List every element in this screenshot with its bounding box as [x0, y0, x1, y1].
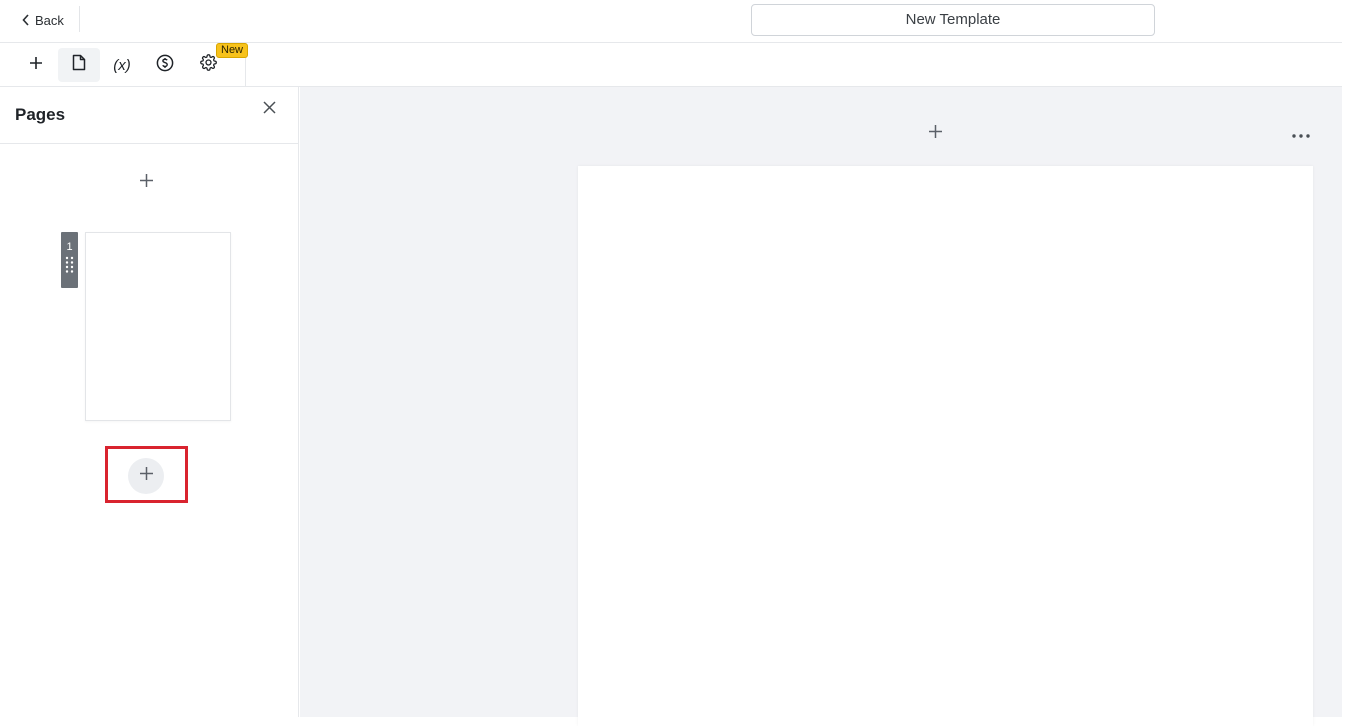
page-icon: [72, 54, 86, 76]
plus-icon: [139, 173, 154, 193]
add-block-button[interactable]: [922, 121, 948, 147]
more-horizontal-icon: [1292, 125, 1310, 143]
page-number: 1: [66, 241, 73, 253]
drag-icon: [65, 256, 74, 274]
pricing-button[interactable]: [144, 48, 186, 82]
window-edge: [1342, 0, 1348, 717]
variables-button[interactable]: (x): [101, 48, 143, 82]
sidebar-header: Pages: [0, 87, 299, 144]
pages-sidebar: Pages 1: [0, 87, 299, 717]
editor-canvas: [300, 87, 1342, 726]
add-page-before-button[interactable]: [132, 169, 160, 197]
plus-icon: [29, 56, 43, 75]
page-drag-handle[interactable]: 1: [61, 232, 78, 288]
top-bar: Back New Template: [0, 0, 1342, 43]
pages-button[interactable]: [58, 48, 100, 82]
plus-icon: [139, 466, 154, 486]
back-button[interactable]: Back: [22, 9, 64, 31]
toolbar: (x): [0, 43, 246, 87]
document-page[interactable]: [578, 166, 1313, 726]
add-element-button[interactable]: [15, 48, 57, 82]
back-label: Back: [35, 12, 64, 28]
plus-icon: [928, 124, 943, 144]
add-page-after-button[interactable]: [128, 458, 164, 494]
new-badge: New: [216, 43, 249, 58]
dollar-circle-icon: [156, 54, 174, 77]
divider: [79, 6, 80, 32]
close-sidebar-button[interactable]: [259, 100, 279, 120]
gear-icon: [199, 54, 217, 76]
close-icon: [262, 101, 276, 119]
page-options-button[interactable]: [1287, 121, 1315, 147]
template-title-input[interactable]: New Template: [751, 4, 1155, 36]
sidebar-title: Pages: [15, 105, 66, 124]
variable-icon: (x): [113, 56, 131, 74]
page-thumbnail[interactable]: [85, 232, 231, 421]
chevron-left-icon: [22, 14, 30, 26]
